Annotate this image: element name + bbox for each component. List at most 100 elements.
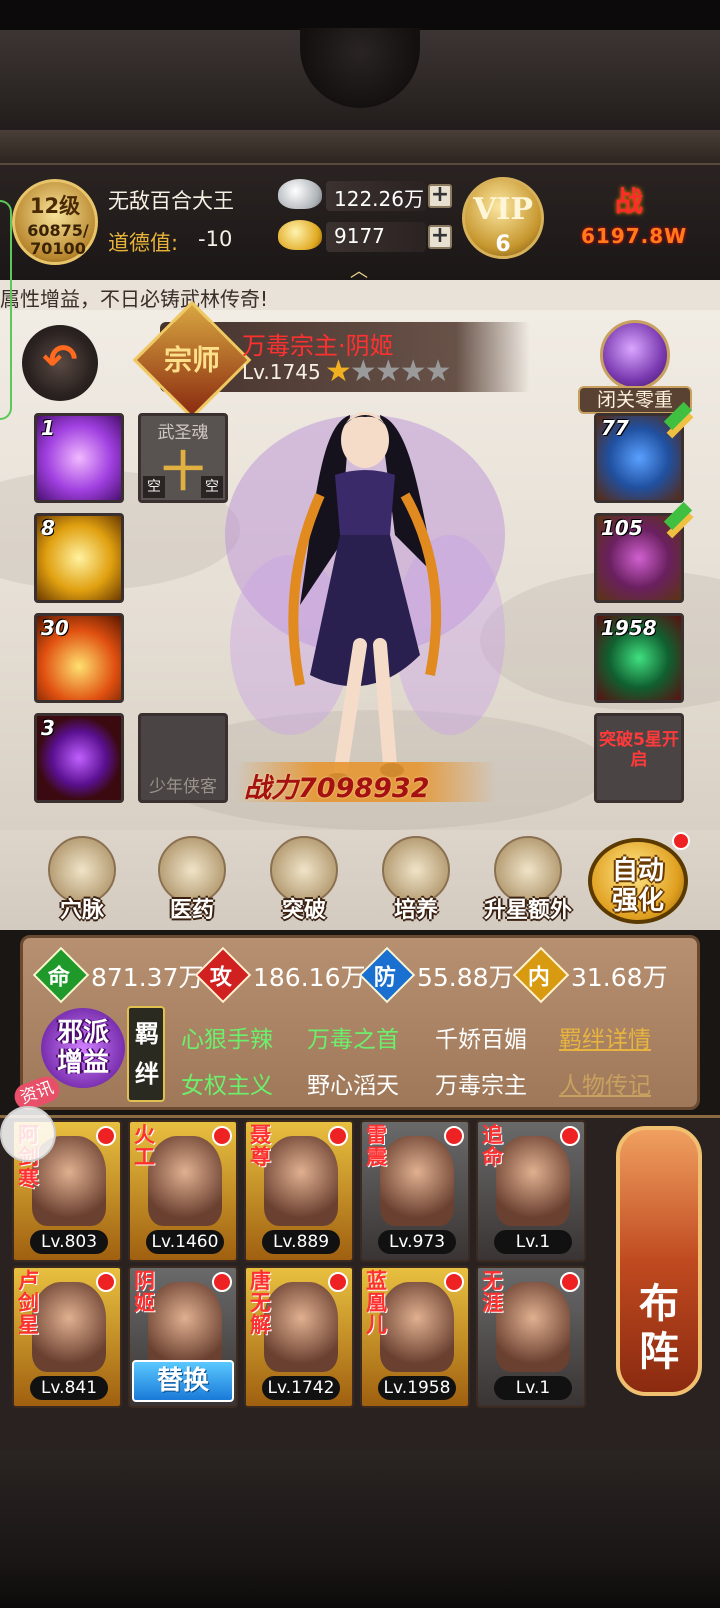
youth-hero-slot[interactable]: 少年侠客 <box>138 713 228 803</box>
defense-glyph: 防 <box>373 965 396 991</box>
notification-dot <box>444 1272 464 1292</box>
roster-card[interactable]: 卢剑星 Lv.841 <box>12 1266 122 1408</box>
roof-decoration <box>0 0 720 165</box>
roster-card[interactable]: 火工 Lv.1460 <box>128 1120 238 1262</box>
roster-card[interactable]: 蓝凰儿 Lv.1958 <box>360 1266 470 1408</box>
morality-label: 道德值: <box>108 231 179 255</box>
retreat-button[interactable]: 闭关零重 <box>578 320 692 414</box>
notification-dot <box>212 1126 232 1146</box>
roster-hero-level: Lv.1 <box>494 1230 572 1254</box>
bond-tag: 羁绊 <box>127 1006 165 1102</box>
attack-glyph: 攻 <box>209 965 232 991</box>
auto-strengthen-label: 自动 强化 <box>611 856 664 916</box>
player-level-badge[interactable]: 12级 60875/ 70100 <box>12 179 98 265</box>
bond-item[interactable]: 万毒宗主 <box>435 1066 527 1100</box>
skill-slot-1[interactable]: 1 <box>34 413 124 503</box>
youth-hero-caption: 少年侠客 <box>149 777 217 797</box>
roster-hero-level: Lv.1958 <box>378 1376 456 1400</box>
bond-item[interactable]: 心狠手辣 <box>181 1020 273 1054</box>
vip-label: VIP <box>473 192 533 227</box>
star-empty-icon: ★ <box>399 354 427 389</box>
skill-slot-2[interactable]: 8 <box>34 513 124 603</box>
skill-slot-level: 30 <box>41 616 69 640</box>
hero-level: Lv.1745 <box>242 360 321 384</box>
biography-link[interactable]: 人物传记 <box>559 1066 651 1100</box>
notification-dot <box>328 1272 348 1292</box>
hero-portrait-icon <box>148 1282 222 1372</box>
hero-portrait <box>225 412 505 787</box>
action-star-up-button[interactable]: 升星额外 <box>484 836 572 926</box>
hero-action-row: 穴脉 医药 突破 培养 升星额外 自动 强化 <box>0 830 720 930</box>
attack-value: 186.16万 <box>253 963 366 992</box>
action-meridian-button[interactable]: 穴脉 <box>42 836 122 926</box>
bond-tag-label: 羁绊 <box>135 1020 159 1088</box>
roster-card[interactable]: 阴姬 替换 <box>128 1266 238 1408</box>
back-button[interactable]: ↶ <box>22 325 98 401</box>
internal-icon: 内 <box>512 946 570 1004</box>
action-breakthrough-button[interactable]: 突破 <box>264 836 344 926</box>
action-label: 升星额外 <box>483 898 572 923</box>
bond-item[interactable]: 千娇百媚 <box>435 1020 527 1054</box>
roster-card[interactable]: 无涯 Lv.1 <box>476 1266 586 1408</box>
notification-dot <box>96 1126 116 1146</box>
breakthrough-caption: 突破5星开启 <box>599 730 679 770</box>
hero-roster: 布阵 阿剑寒Lv.803火工Lv.1460聂尊Lv.889雷震Lv.973追命L… <box>0 1115 720 1450</box>
roster-hero-level: Lv.1742 <box>262 1376 340 1400</box>
action-train-button[interactable]: 培养 <box>376 836 456 926</box>
faction-buff-badge[interactable]: 邪派 增益 <box>41 1008 125 1088</box>
skill-slot-level: 1 <box>41 416 55 440</box>
news-button[interactable]: 资讯 <box>0 1072 64 1162</box>
add-silver-button[interactable]: + <box>428 184 452 208</box>
roster-card[interactable]: 雷震 Lv.973 <box>360 1120 470 1262</box>
side-drawer-tab[interactable] <box>0 200 12 420</box>
action-medicine-button[interactable]: 医药 <box>152 836 232 926</box>
hero-portrait-icon <box>148 1136 222 1226</box>
notification-dot <box>328 1126 348 1146</box>
roof-beam <box>0 130 720 165</box>
news-icon <box>0 1106 56 1162</box>
vip-badge[interactable]: VIP 6 <box>462 177 544 259</box>
equip-slot-level: 105 <box>601 516 643 540</box>
swap-button[interactable]: 替换 <box>132 1360 234 1402</box>
star-empty-icon: ★ <box>349 354 377 389</box>
hero-portrait-icon <box>380 1136 454 1226</box>
hero-stars: ★★★★★ <box>325 354 452 389</box>
defense-value: 55.88万 <box>417 963 514 992</box>
total-power: 战 6197.8W <box>575 180 715 260</box>
bond-item[interactable]: 万毒之首 <box>307 1020 399 1054</box>
upgrade-hammer-icon <box>662 506 696 540</box>
roster-hero-name: 卢剑星 <box>18 1269 39 1337</box>
upgrade-hammer-icon <box>662 406 696 440</box>
roster-hero-name: 聂尊 <box>250 1123 271 1169</box>
gold-value: 9177 <box>334 224 385 248</box>
skill-slot-4[interactable]: 3 <box>34 713 124 803</box>
equip-slot-book[interactable]: 1958 <box>594 613 684 703</box>
auto-strengthen-button[interactable]: 自动 强化 <box>588 838 688 924</box>
vip-level: 6 <box>495 232 511 257</box>
add-gold-button[interactable]: + <box>428 225 452 249</box>
bond-item[interactable]: 野心滔天 <box>307 1066 399 1100</box>
roster-hero-level: Lv.1 <box>494 1376 572 1400</box>
roster-hero-name: 无涯 <box>482 1269 503 1315</box>
notification-dot <box>672 832 690 850</box>
roster-hero-name: 唐无解 <box>250 1269 271 1337</box>
breakthrough-slot[interactable]: 突破5星开启 <box>594 713 684 803</box>
roster-card[interactable]: 唐无解 Lv.1742 <box>244 1266 354 1408</box>
roster-card[interactable]: 追命 Lv.1 <box>476 1120 586 1262</box>
bond-details-link[interactable]: 羁绊详情 <box>559 1020 651 1054</box>
roster-hero-level: Lv.889 <box>262 1230 340 1254</box>
gold-ingot-icon <box>278 220 322 250</box>
bond-item[interactable]: 女权主义 <box>181 1066 273 1100</box>
hp-glyph: 命 <box>47 965 70 991</box>
notification-dot <box>560 1272 580 1292</box>
skill-slot-3[interactable]: 30 <box>34 613 124 703</box>
formation-button[interactable]: 布阵 <box>616 1126 702 1396</box>
roster-hero-level: Lv.803 <box>30 1230 108 1254</box>
player-header: 12级 60875/ 70100 无敌百合大王 道德值: -10 122.26万… <box>0 165 720 282</box>
star-empty-icon: ★ <box>424 354 452 389</box>
internal-value: 31.68万 <box>571 963 668 992</box>
roster-card[interactable]: 聂尊 Lv.889 <box>244 1120 354 1262</box>
action-label: 医药 <box>169 898 214 923</box>
silver-value: 122.26万 <box>334 187 424 211</box>
martial-soul-slot[interactable]: 武圣魂 十 空 空 <box>138 413 228 503</box>
